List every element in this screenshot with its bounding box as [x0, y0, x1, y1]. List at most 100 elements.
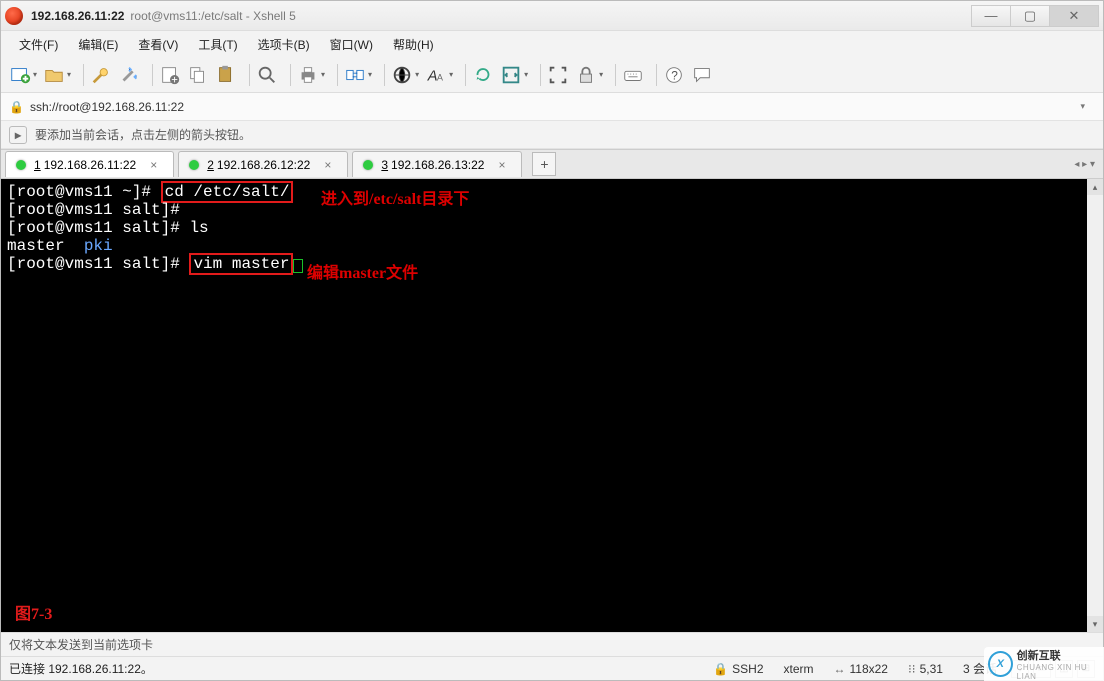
close-button[interactable]: ✕	[1049, 5, 1099, 27]
lock-icon: 🔒	[713, 662, 728, 676]
cursor	[293, 259, 303, 273]
font-button[interactable]: AA ▾	[425, 64, 453, 86]
tab-number: 1	[34, 158, 41, 172]
status-proto: 🔒SSH2	[703, 662, 773, 676]
app-icon	[5, 7, 23, 25]
fullscreen-button[interactable]	[547, 64, 569, 86]
find-button[interactable]	[256, 64, 278, 86]
separator	[83, 64, 84, 86]
send-text: 仅将文本发送到当前选项卡	[9, 636, 153, 653]
disconnect-button[interactable]	[118, 64, 140, 86]
watermark: X 创新互联 CHUANG XIN HU LIAN	[984, 647, 1104, 681]
separator	[249, 64, 250, 86]
tab-number: 2	[207, 158, 214, 172]
terminal-line: master pki	[7, 237, 113, 255]
hint-bar: ▸ 要添加当前会话，点击左侧的箭头按钮。	[1, 121, 1103, 149]
session-tab[interactable]: 3 192.168.26.13:22 ×	[352, 151, 522, 177]
menu-view[interactable]: 查看(V)	[128, 36, 188, 53]
open-button[interactable]: ▾	[43, 64, 71, 86]
hint-text: 要添加当前会话，点击左侧的箭头按钮。	[35, 126, 251, 143]
tab-close-icon[interactable]: ×	[150, 158, 157, 172]
separator	[337, 64, 338, 86]
tab-close-icon[interactable]: ×	[498, 158, 505, 172]
send-bar[interactable]: 仅将文本发送到当前选项卡	[1, 632, 1103, 656]
address-text: ssh://root@192.168.26.11:22	[30, 100, 1071, 114]
new-session-button[interactable]: ▾	[9, 64, 37, 86]
minimize-button[interactable]: —	[971, 5, 1011, 27]
status-bar: 已连接 192.168.26.11:22。 🔒SSH2 xterm ↔118x2…	[1, 656, 1103, 680]
size-icon: ↔	[834, 662, 846, 676]
watermark-sub: CHUANG XIN HU LIAN	[1017, 663, 1104, 681]
window-controls: — ▢ ✕	[972, 5, 1099, 27]
toolbar: ▾ ▾ ▾	[1, 57, 1103, 93]
watermark-icon: X	[988, 651, 1013, 677]
terminal-line: [root@vms11 ~]# cd /etc/salt/	[7, 181, 293, 203]
terminal-scrollbar[interactable]: ▴ ▾	[1087, 179, 1103, 632]
lock-button[interactable]: ▾	[575, 64, 603, 86]
status-pos: ⁝⁝5,31	[898, 662, 953, 676]
title-path: root@vms11:/etc/salt - Xshell 5	[130, 9, 295, 23]
menu-file[interactable]: 文件(F)	[9, 36, 68, 53]
separator	[384, 64, 385, 86]
terminal[interactable]: [root@vms11 ~]# cd /etc/salt/ [root@vms1…	[1, 179, 1087, 632]
help-button[interactable]: ?	[663, 64, 685, 86]
status-dot-icon	[189, 160, 199, 170]
paste-button[interactable]	[215, 64, 237, 86]
separator	[656, 64, 657, 86]
scroll-down-icon[interactable]: ▾	[1087, 616, 1103, 632]
terminal-line: [root@vms11 salt]#	[7, 201, 180, 219]
script-button[interactable]: ▾	[500, 64, 528, 86]
menu-tab[interactable]: 选项卡(B)	[248, 36, 320, 53]
separator	[152, 64, 153, 86]
print-button[interactable]: ▾	[297, 64, 325, 86]
session-tab[interactable]: 1 192.168.26.11:22 ×	[5, 151, 174, 177]
tab-number: 3	[381, 158, 388, 172]
title-bar: 192.168.26.11:22 root@vms11:/etc/salt - …	[1, 1, 1103, 31]
svg-text:A: A	[437, 72, 444, 82]
pos-icon: ⁝⁝	[908, 662, 916, 676]
status-termtype: xterm	[774, 662, 824, 676]
tab-label: 192.168.26.13:22	[391, 158, 484, 172]
copy-button[interactable]	[187, 64, 209, 86]
new-tab-button[interactable]: +	[532, 152, 556, 176]
language-button[interactable]: ▾	[391, 64, 419, 86]
lock-icon: 🔒	[9, 100, 24, 114]
separator	[615, 64, 616, 86]
keyboard-button[interactable]	[622, 64, 644, 86]
tab-nav-arrows[interactable]: ◂ ▸ ▾	[1074, 159, 1103, 170]
address-dropdown-icon[interactable]: ▾	[1070, 101, 1095, 112]
menu-tools[interactable]: 工具(T)	[188, 36, 247, 53]
separator	[540, 64, 541, 86]
properties-button[interactable]	[159, 64, 181, 86]
session-tab[interactable]: 2 192.168.26.12:22 ×	[178, 151, 348, 177]
add-session-button[interactable]: ▸	[9, 126, 27, 144]
menu-edit[interactable]: 编辑(E)	[68, 36, 128, 53]
tabs-row: 1 192.168.26.11:22 × 2 192.168.26.12:22 …	[1, 149, 1103, 179]
chat-button[interactable]	[691, 64, 713, 86]
scroll-up-icon[interactable]: ▴	[1087, 179, 1103, 195]
terminal-line: [root@vms11 salt]# vim master	[7, 255, 303, 273]
status-dot-icon	[363, 160, 373, 170]
figure-tag: 图7-3	[15, 600, 52, 624]
maximize-button[interactable]: ▢	[1010, 5, 1050, 27]
tab-close-icon[interactable]: ×	[324, 158, 331, 172]
app-window: 192.168.26.11:22 root@vms11:/etc/salt - …	[0, 0, 1104, 681]
status-connected: 已连接 192.168.26.11:22。	[9, 660, 703, 677]
refresh-button[interactable]	[472, 64, 494, 86]
status-size: ↔118x22	[824, 662, 898, 676]
menu-window[interactable]: 窗口(W)	[320, 36, 383, 53]
tab-label: 192.168.26.11:22	[44, 158, 137, 172]
separator	[465, 64, 466, 86]
svg-text:?: ?	[671, 68, 678, 82]
title-ip: 192.168.26.11:22	[31, 9, 124, 23]
address-bar[interactable]: 🔒 ssh://root@192.168.26.11:22 ▾	[1, 93, 1103, 121]
svg-text:A: A	[427, 68, 438, 84]
separator	[290, 64, 291, 86]
connect-button[interactable]	[90, 64, 112, 86]
tab-label: 192.168.26.12:22	[217, 158, 310, 172]
terminal-line: [root@vms11 salt]# ls	[7, 219, 209, 237]
transfer-button[interactable]: ▾	[344, 64, 372, 86]
menu-help[interactable]: 帮助(H)	[383, 36, 444, 53]
watermark-brand: 创新互联	[1017, 647, 1104, 663]
status-dot-icon	[16, 160, 26, 170]
